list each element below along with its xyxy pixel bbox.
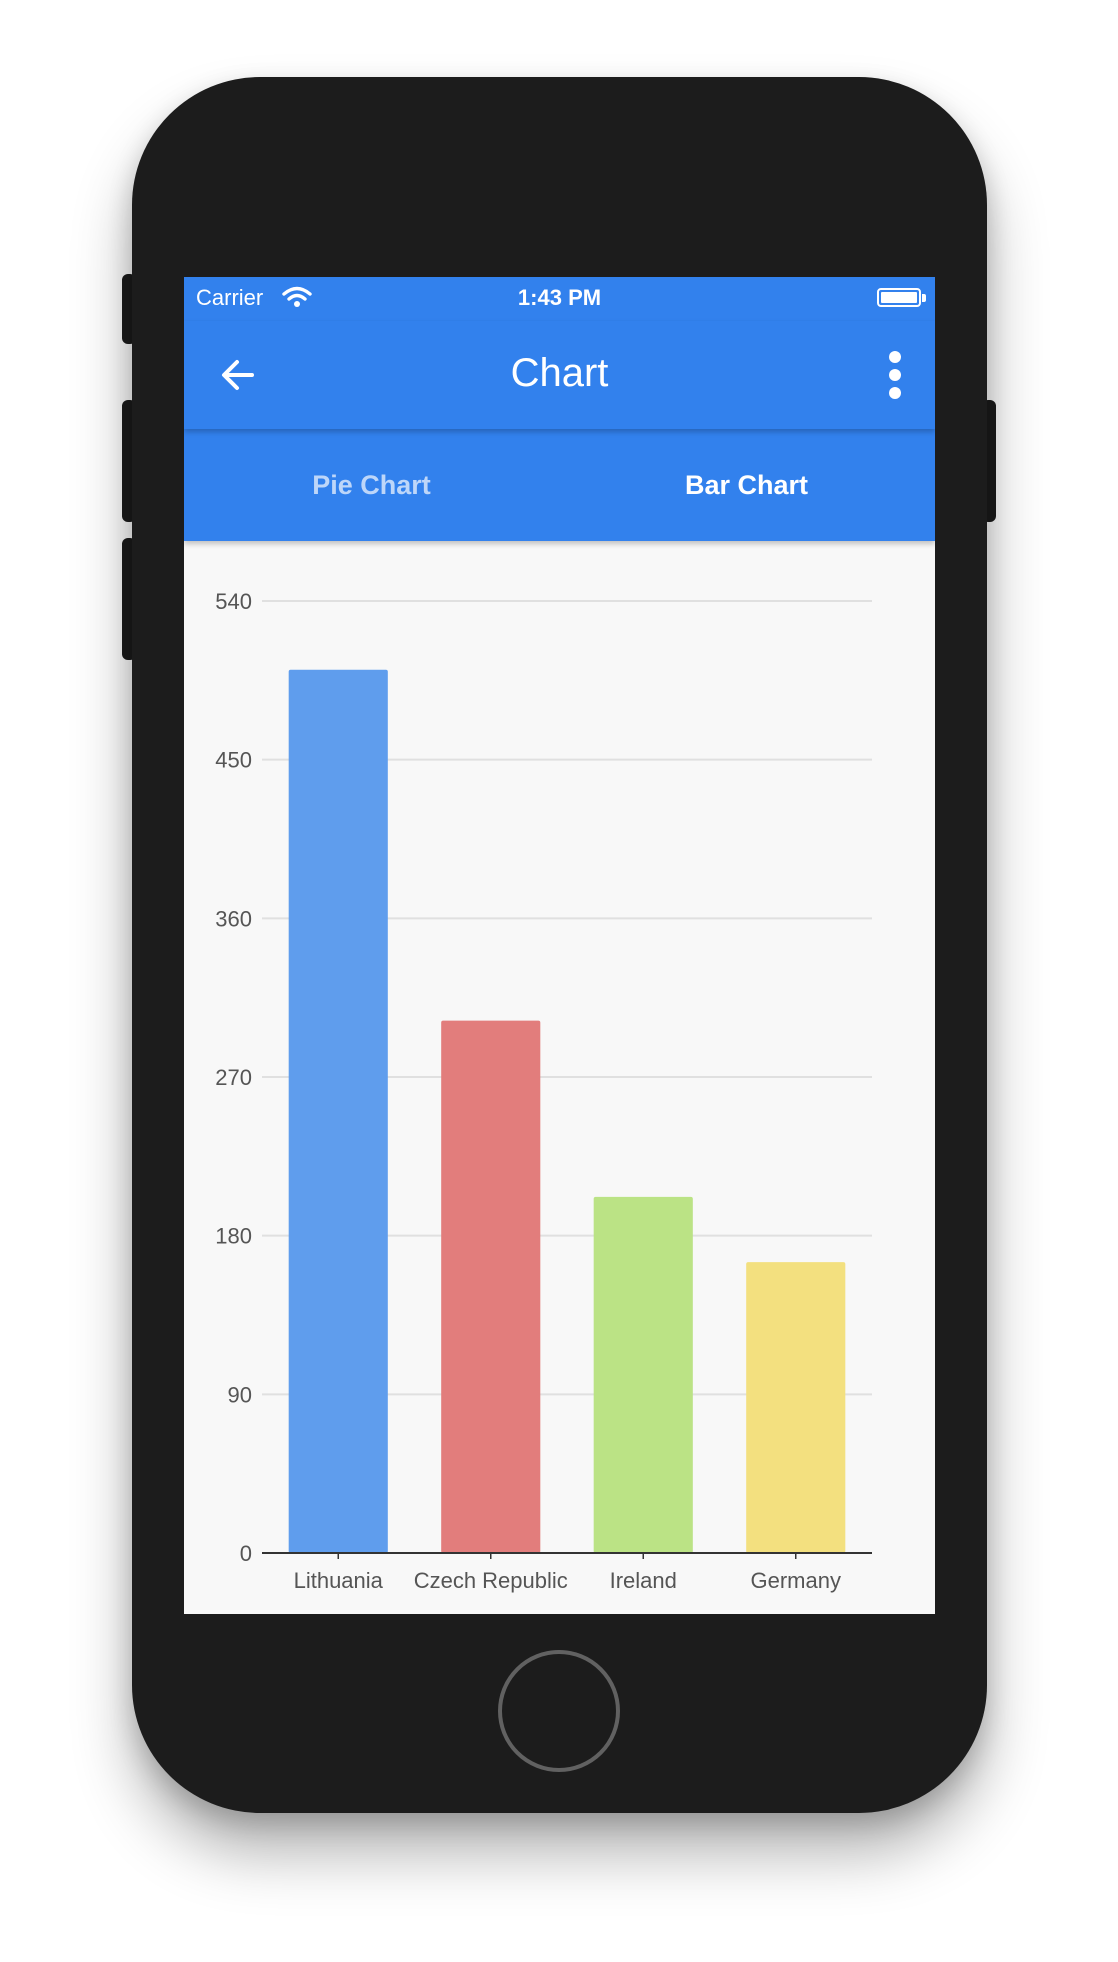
status-time: 1:43 PM — [517, 285, 602, 310]
y-tick-label: 180 — [215, 1224, 252, 1249]
app-bar: Chart — [184, 321, 935, 429]
status-bar: Carrier 1:43 PM — [184, 277, 935, 321]
more-options-button[interactable] — [877, 349, 913, 401]
home-button[interactable] — [498, 1650, 620, 1772]
x-tick-label: Germany — [751, 1568, 841, 1593]
bar-chart: 0 90 180 270 360 450 540 Lithuania Czech Republi… — [215, 589, 872, 1593]
y-tick-label: 90 — [228, 1382, 252, 1407]
y-tick-label: 270 — [215, 1065, 252, 1090]
page-title: Chart — [510, 351, 609, 395]
bar — [441, 1020, 541, 1553]
y-tick-label: 360 — [215, 906, 252, 931]
x-tick-label: Lithuania — [294, 1568, 384, 1593]
battery-tip — [922, 294, 926, 302]
tab-bar-chart[interactable]: Bar Chart — [559, 429, 934, 541]
bar-chart-area: 0 90 180 270 360 450 540 Lithuania Czech Republi… — [184, 541, 935, 1614]
bar — [746, 1262, 846, 1553]
bar — [288, 669, 388, 1553]
bar — [593, 1196, 693, 1553]
battery-icon — [877, 288, 921, 307]
tab-pie-chart[interactable]: Pie Chart — [184, 429, 559, 541]
phone-screen: Carrier 1:43 PM Chart Pie Chart Bar Char… — [184, 277, 935, 1614]
more-vertical-icon — [889, 351, 901, 399]
y-tick-label: 450 — [215, 748, 252, 773]
x-tick-label: Ireland — [610, 1568, 677, 1593]
x-tick-label: Czech Republic — [414, 1568, 568, 1593]
y-tick-label: 0 — [240, 1541, 252, 1566]
y-tick-label: 540 — [215, 589, 252, 614]
tab-bar: Pie Chart Bar Chart — [184, 429, 935, 541]
